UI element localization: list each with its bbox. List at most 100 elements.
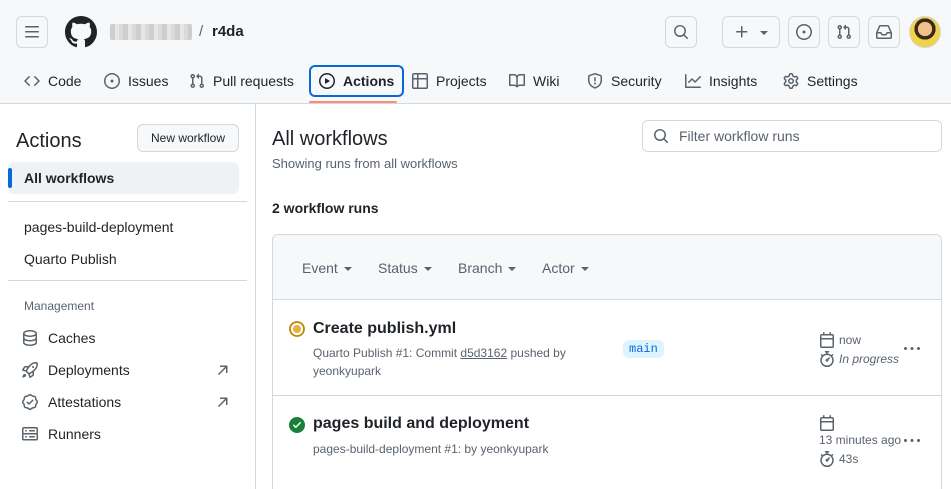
calendar-icon [820, 415, 834, 431]
gear-icon [783, 73, 799, 89]
tab-label: Security [611, 73, 662, 89]
tab-label: Insights [709, 73, 758, 89]
workflow-run-row[interactable]: Create publish.yml Quarto Publish #1: Co… [273, 301, 941, 396]
repo-name-link[interactable]: r4da [212, 23, 244, 40]
your-pull-requests-button[interactable] [828, 16, 860, 48]
sidebar-item-label: Caches [48, 330, 96, 346]
run-time-text: now [839, 333, 862, 347]
book-icon [509, 73, 525, 88]
check-circle-fill-icon [289, 417, 305, 433]
tab-settings[interactable]: Settings [775, 66, 866, 96]
path-separator: / [199, 23, 204, 40]
search-button[interactable] [665, 16, 697, 48]
inbox-icon [876, 25, 892, 39]
actor-filter-dropdown[interactable]: Actor [542, 260, 589, 276]
link-external-icon [217, 397, 228, 408]
sidebar-item-label: Deployments [48, 362, 130, 378]
run-meta: Quarto Publish #1: Commit d5d3162 pushed… [313, 344, 566, 380]
new-workflow-button[interactable]: New workflow [137, 124, 239, 152]
run-workflow-text: Quarto Publish #1: Commit [313, 346, 458, 360]
tab-label: Code [48, 73, 82, 89]
calendar-icon [820, 332, 834, 348]
tab-insights[interactable]: Insights [677, 66, 765, 96]
run-actor: yeonkyupark [313, 364, 382, 378]
branch-filter-dropdown[interactable]: Branch [458, 260, 517, 276]
tab-code[interactable]: Code [16, 66, 89, 96]
verified-icon [22, 394, 38, 410]
commit-sha-link[interactable]: d5d3162 [460, 346, 507, 360]
workflow-run-row[interactable]: pages build and deployment pages-build-d… [273, 397, 941, 489]
sidebar-divider [8, 280, 247, 281]
sidebar-item-runners[interactable]: Runners [22, 424, 101, 444]
user-avatar[interactable] [909, 16, 941, 48]
status-filter-dropdown[interactable]: Status [378, 260, 432, 276]
database-icon [23, 330, 37, 346]
notifications-button[interactable] [868, 16, 900, 48]
tab-actions[interactable]: Actions [309, 65, 405, 97]
owner-name-redacted[interactable] [110, 24, 192, 40]
tab-wiki[interactable]: Wiki [501, 66, 567, 96]
event-filter-dropdown[interactable]: Event [302, 260, 352, 276]
search-icon [674, 25, 689, 40]
run-title-link[interactable]: Create publish.yml [313, 320, 456, 338]
filter-placeholder: Filter workflow runs [679, 128, 800, 144]
run-duration-text: 43s [839, 452, 859, 466]
tab-pull-requests[interactable]: Pull requests [181, 66, 302, 96]
sidebar-item-label: Runners [48, 426, 101, 442]
active-tab-underline [309, 101, 397, 103]
page-title: All workflows [272, 128, 388, 150]
repo-header: / r4da Code Issues Pull requests Actions [0, 0, 951, 104]
page-subtitle: Showing runs from all workflows [272, 156, 458, 171]
filter-workflow-runs-input[interactable]: Filter workflow runs [642, 120, 942, 152]
filter-label: Branch [458, 260, 503, 276]
sidebar-item-caches[interactable]: Caches [22, 328, 95, 348]
graph-icon [685, 74, 701, 88]
kebab-horizontal-icon[interactable] [903, 341, 921, 357]
your-issues-button[interactable] [788, 16, 820, 48]
tab-label: Pull requests [213, 73, 294, 89]
run-duration: In progress [819, 351, 899, 367]
sidebar-item-quarto-publish[interactable]: Quarto Publish [24, 251, 117, 267]
server-icon [22, 427, 38, 441]
github-logo-icon[interactable] [65, 16, 97, 48]
workflow-runs-list: Event Status Branch Actor Create publish… [272, 234, 942, 489]
triangle-down-icon [508, 267, 517, 271]
kebab-horizontal-icon[interactable] [903, 433, 921, 449]
git-pull-request-icon [837, 24, 852, 40]
tab-label: Wiki [533, 73, 560, 89]
run-duration: 43s [819, 451, 858, 467]
table-icon [412, 73, 428, 89]
triangle-down-icon [760, 31, 768, 35]
sidebar-item-pages-build-deployment[interactable]: pages-build-deployment [24, 219, 173, 235]
tab-label: Settings [807, 73, 858, 89]
tab-security[interactable]: Security [579, 66, 670, 96]
issue-opened-icon [104, 73, 120, 89]
in-progress-status-icon [289, 321, 305, 337]
tab-projects[interactable]: Projects [404, 66, 495, 96]
sidebar-divider [8, 201, 247, 202]
sidebar-item-attestations[interactable]: Attestations [22, 392, 121, 412]
run-meta: pages-build-deployment #1: by yeonkyupar… [313, 442, 549, 456]
shield-icon [588, 73, 602, 89]
stopwatch-icon [820, 351, 834, 367]
play-icon [319, 73, 335, 89]
triangle-down-icon [343, 267, 352, 271]
issue-opened-icon [796, 24, 812, 40]
tab-label: Issues [128, 73, 169, 89]
tab-label: Actions [343, 73, 395, 89]
sidebar-item-all-workflows[interactable]: All workflows [8, 162, 239, 194]
tab-label: Projects [436, 73, 487, 89]
run-title-link[interactable]: pages build and deployment [313, 415, 529, 433]
management-heading: Management [24, 299, 95, 313]
stopwatch-icon [820, 451, 834, 467]
run-duration-text: In progress [839, 352, 900, 366]
git-pull-request-icon [190, 73, 205, 89]
tab-issues[interactable]: Issues [96, 66, 176, 96]
workflow-run-count: 2 workflow runs [272, 200, 379, 216]
hamburger-menu-button[interactable] [16, 16, 48, 48]
runs-filter-bar: Event Status Branch Actor [273, 235, 941, 300]
branch-label[interactable]: main [623, 340, 664, 358]
sidebar-item-deployments[interactable]: Deployments [22, 360, 130, 380]
repo-nav-tabs: Code Issues Pull requests Actions Projec… [0, 64, 951, 104]
create-new-button[interactable] [722, 16, 780, 48]
